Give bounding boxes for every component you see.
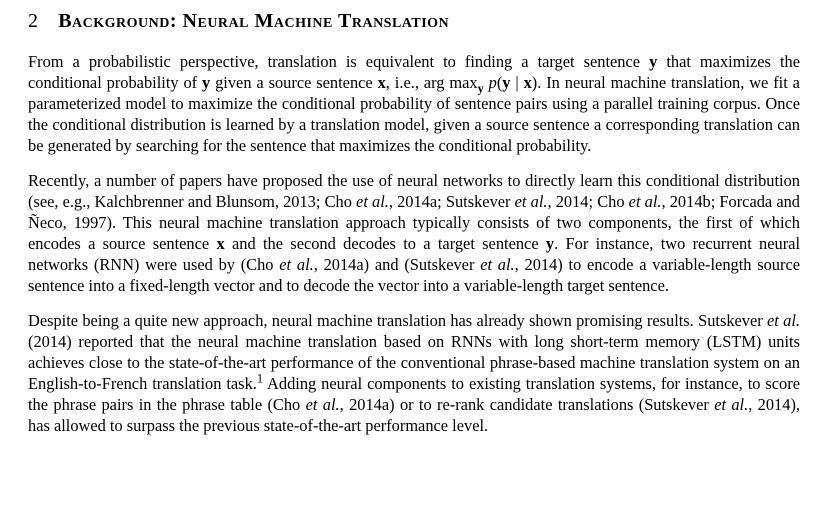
var-x: x (217, 234, 225, 253)
text: | (510, 73, 523, 92)
section-title: Background: Neural Machine Translation (58, 10, 449, 32)
et-al: et al. (306, 395, 340, 414)
et-al: et al. (480, 255, 514, 274)
text: , 2014a) and (Sutskever (314, 255, 480, 274)
et-al: et al. (279, 255, 313, 274)
paragraph-3: Despite being a quite new approach, neur… (28, 310, 800, 436)
var-y: y (546, 234, 554, 253)
text: , 2014a; Sutskever (389, 192, 515, 211)
var-y: y (202, 73, 210, 92)
et-al: et al. (356, 192, 389, 211)
text: , 2014a) or to re-rank candidate transla… (340, 395, 715, 414)
section-number: 2 (28, 10, 38, 33)
text: given a source sentence (210, 73, 377, 92)
text: , 2014; Cho (547, 192, 628, 211)
var-x: x (378, 73, 386, 92)
et-al: et al. (714, 395, 748, 414)
et-al: et al. (629, 192, 662, 211)
paragraph-2: Recently, a number of papers have propos… (28, 170, 800, 296)
text: , i.e., arg max (386, 73, 478, 92)
var-p: p (489, 73, 497, 92)
text: From a probabilistic perspective, transl… (28, 52, 649, 71)
et-al: et al. (767, 311, 800, 330)
paragraph-1: From a probabilistic perspective, transl… (28, 51, 800, 156)
section-heading: 2 Background: Neural Machine Translation (28, 10, 800, 33)
var-x: x (524, 73, 532, 92)
text: and the second decodes to a target sente… (225, 234, 546, 253)
page: 2Background: Neural Machine Translation … (0, 0, 828, 470)
text: Despite being a quite new approach, neur… (28, 311, 767, 330)
et-al: et al. (515, 192, 548, 211)
